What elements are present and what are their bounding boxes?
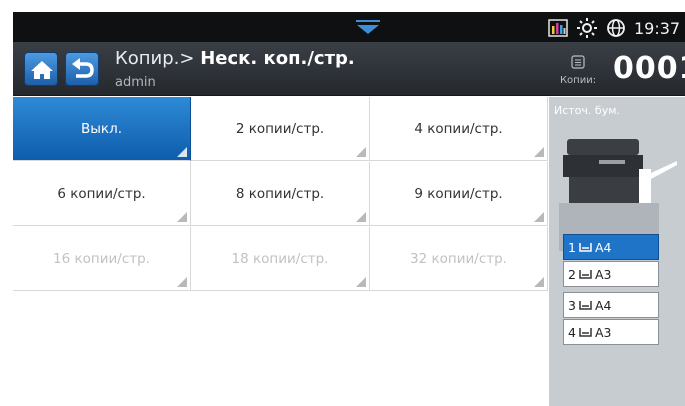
toner-level-icon[interactable] xyxy=(548,19,568,37)
option-off[interactable]: Выкл. xyxy=(13,97,191,161)
tray-number: 1 xyxy=(568,239,576,255)
globe-icon[interactable] xyxy=(606,18,626,38)
tray-2[interactable]: 2 A3 xyxy=(563,261,659,287)
eco-sun-icon[interactable] xyxy=(576,17,598,39)
tray-number: 4 xyxy=(568,324,576,340)
page-title: Копир.> Неск. коп./стр. xyxy=(115,48,355,69)
page-title-main: Неск. коп./стр. xyxy=(200,48,355,69)
home-icon xyxy=(31,61,53,79)
copies-label: Копии: xyxy=(559,75,597,86)
tray-3[interactable]: 3 A4 xyxy=(563,292,659,318)
paper-source-label: Источ. бум. xyxy=(554,104,620,117)
status-bar: 19:37 xyxy=(13,12,685,42)
option-18-per-page: 18 копии/стр. xyxy=(191,227,370,291)
tray-size: A4 xyxy=(594,239,612,255)
tray-size: A4 xyxy=(594,297,612,313)
tray-icon xyxy=(579,301,592,310)
option-16-per-page: 16 копии/стр. xyxy=(13,227,191,291)
option-2-per-page[interactable]: 2 копии/стр. xyxy=(191,97,370,161)
keypad-icon xyxy=(571,55,585,69)
header-bar: Копир.> Неск. коп./стр. admin Копии: 000… xyxy=(13,42,685,96)
option-8-per-page[interactable]: 8 копии/стр. xyxy=(191,162,370,226)
pages-per-sheet-options: Выкл. 2 копии/стр. 4 копии/стр. 6 копии/… xyxy=(13,97,548,293)
tray-number: 3 xyxy=(568,297,576,313)
tray-size: A3 xyxy=(594,266,612,282)
copies-indicator: Копии: xyxy=(558,54,598,88)
option-6-per-page[interactable]: 6 копии/стр. xyxy=(13,162,191,226)
back-arrow-icon xyxy=(72,58,94,78)
back-button[interactable] xyxy=(65,52,99,86)
tray-number: 2 xyxy=(568,266,576,282)
user-name: admin xyxy=(115,75,156,90)
tray-1[interactable]: 1 A4 xyxy=(563,234,659,260)
clock-time: 19:37 xyxy=(634,18,681,38)
option-4-per-page[interactable]: 4 копии/стр. xyxy=(370,97,548,161)
tray-icon xyxy=(579,243,592,252)
breadcrumb: Копир.> xyxy=(115,48,195,69)
printer-icon xyxy=(559,139,677,251)
tray-icon xyxy=(579,328,592,337)
copies-count[interactable]: 0001 xyxy=(613,51,685,86)
tray-size: A3 xyxy=(594,324,612,340)
option-32-per-page: 32 копии/стр. xyxy=(370,227,548,291)
option-9-per-page[interactable]: 9 копии/стр. xyxy=(370,162,548,226)
pulldown-arrow-icon[interactable] xyxy=(353,18,383,36)
paper-source-panel: Источ. бум. 1 A4 2 A3 3 A4 4 A3 xyxy=(549,97,685,406)
home-button[interactable] xyxy=(24,52,58,86)
tray-4[interactable]: 4 A3 xyxy=(563,319,659,345)
tray-icon xyxy=(579,270,592,279)
